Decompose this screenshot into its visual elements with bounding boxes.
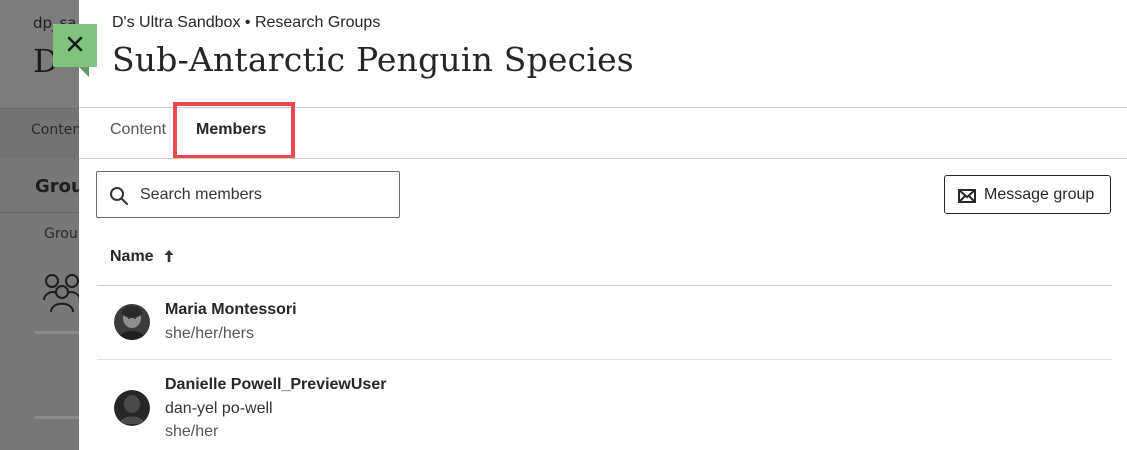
close-panel-button[interactable] bbox=[53, 24, 97, 77]
member-pronunciation: dan-yel po-well bbox=[165, 400, 273, 417]
avatar bbox=[114, 390, 150, 426]
group-details-panel: D's Ultra Sandbox • Research Groups Sub-… bbox=[79, 0, 1127, 450]
arrow-up-icon[interactable] bbox=[164, 250, 174, 265]
tabs-divider bbox=[79, 158, 1127, 159]
column-divider bbox=[97, 285, 1112, 286]
breadcrumb: D's Ultra Sandbox • Research Groups bbox=[112, 14, 381, 31]
message-group-button[interactable]: Message group bbox=[944, 175, 1111, 214]
background-column-label: Grou bbox=[44, 226, 78, 242]
message-group-label: Message group bbox=[984, 186, 1095, 203]
member-pronouns: she/her/hers bbox=[165, 325, 254, 342]
search-icon bbox=[109, 186, 129, 210]
member-pronouns: she/her bbox=[165, 423, 219, 440]
tab-highlight-box bbox=[173, 102, 295, 159]
tab-content[interactable]: Content bbox=[110, 121, 166, 139]
member-name[interactable]: Danielle Powell_PreviewUser bbox=[165, 376, 386, 394]
page-title: Sub-Antarctic Penguin Species bbox=[112, 40, 634, 79]
background-section-title: Grou bbox=[35, 176, 84, 197]
close-icon bbox=[65, 34, 85, 58]
search-input[interactable] bbox=[140, 172, 390, 217]
avatar bbox=[114, 304, 150, 340]
search-field[interactable] bbox=[96, 171, 400, 218]
background-nav-label: Conten bbox=[31, 122, 82, 138]
envelope-icon bbox=[958, 188, 976, 207]
row-divider bbox=[97, 359, 1112, 360]
member-name[interactable]: Maria Montessori bbox=[165, 301, 297, 319]
column-header-name[interactable]: Name bbox=[110, 248, 154, 266]
